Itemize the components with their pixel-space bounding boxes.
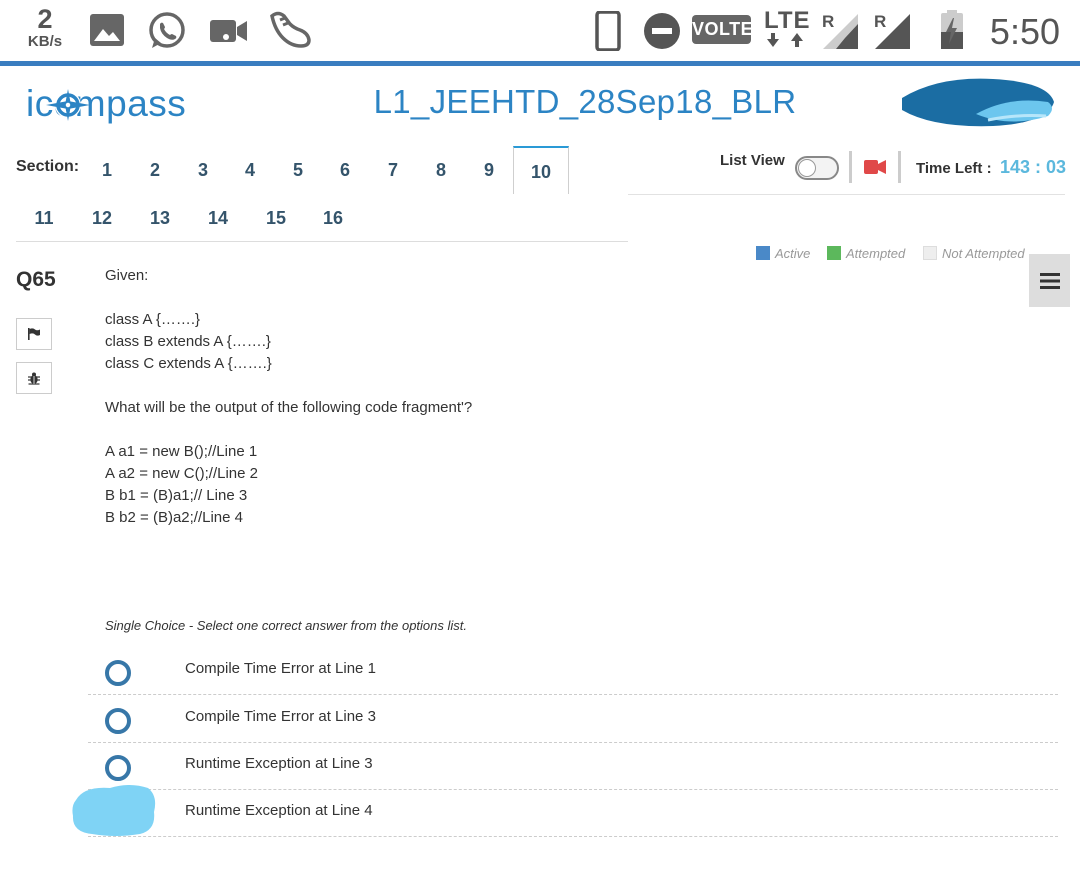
legend-swatch-attempted (827, 246, 841, 260)
question-line (105, 287, 805, 309)
network-speed: 2 KB/s (22, 4, 68, 50)
gallery-icon (90, 14, 124, 46)
test-title: L1_JEEHTD_28Sep18_BLR (373, 83, 797, 120)
question-line: B b2 = (B)a2;//Line 4 (105, 509, 244, 526)
legend-swatch-active (756, 246, 770, 260)
flag-question-button[interactable] (16, 318, 52, 350)
answer-option[interactable]: Compile Time Error at Line 3 (88, 696, 1058, 743)
time-left-label: Time Left : (916, 160, 992, 177)
section-tab-15[interactable]: 15 (248, 194, 304, 242)
section-tab-10[interactable]: 10 (513, 146, 569, 194)
answer-option-label: Runtime Exception at Line 3 (185, 755, 373, 772)
question-line: class C extends A {…….} (105, 355, 272, 372)
whatsapp-icon (149, 12, 185, 48)
legend-active: Active (756, 246, 810, 261)
svg-text:icompass: icompass (26, 83, 186, 124)
radio-button[interactable] (105, 660, 131, 686)
lte-icon: LTE (764, 9, 810, 49)
list-view-toggle[interactable] (795, 156, 839, 180)
answer-option[interactable]: Compile Time Error at Line 1 (88, 648, 1058, 695)
toggle-knob (798, 159, 816, 177)
legend-attempted: Attempted (827, 246, 905, 261)
icompass-logo: icompass (26, 83, 186, 124)
header-divider (0, 61, 1080, 66)
brand-logo (902, 78, 1054, 127)
question-line (105, 419, 805, 441)
section-tab-13[interactable]: 13 (132, 194, 188, 242)
section-tab-11[interactable]: 11 (16, 194, 72, 242)
question-palette-menu-button[interactable] (1029, 254, 1070, 307)
question-line: B b1 = (B)a1;// Line 3 (105, 487, 248, 504)
answer-option[interactable]: Runtime Exception at Line 3 (88, 743, 1058, 790)
toolbar-divider (628, 194, 1065, 195)
volte-badge: VOLTE (692, 15, 753, 44)
signal-icon (823, 14, 858, 49)
section-tab-16[interactable]: 16 (305, 194, 361, 242)
section-tab-12[interactable]: 12 (74, 194, 130, 242)
question-text: Given: class A {…….} class B extends A {……… (105, 265, 805, 529)
toolbar-separator (898, 151, 901, 183)
signal-icon (875, 14, 910, 49)
question-line: Given: (105, 267, 149, 284)
radio-button[interactable] (105, 755, 131, 781)
question-line (105, 375, 805, 397)
do-not-disturb-icon (644, 13, 680, 49)
phone-icon (595, 11, 621, 51)
question-line: A a2 = new C();//Line 2 (105, 465, 259, 482)
video-call-icon (210, 20, 247, 42)
report-bug-button[interactable] (16, 362, 52, 394)
section-tab-14[interactable]: 14 (190, 194, 246, 242)
section-label: Section: (16, 158, 80, 175)
bug-icon (28, 372, 40, 385)
list-view-label: List View (720, 152, 785, 169)
video-camera-icon[interactable] (864, 159, 886, 175)
question-line: class A {…….} (105, 311, 201, 328)
section-tab-9[interactable]: 9 (461, 146, 517, 194)
speed-unit: KB/s (27, 33, 63, 50)
section-divider (16, 241, 628, 242)
question-line: A a1 = new B();//Line 1 (105, 443, 258, 460)
clock: 5:50 (989, 11, 1060, 52)
legend-not-attempted: Not Attempted (923, 246, 1025, 261)
sneaker-icon (270, 11, 311, 48)
speed-value: 2 (37, 4, 53, 34)
question-type-hint: Single Choice - Select one correct answe… (105, 618, 468, 633)
answer-option-label: Compile Time Error at Line 1 (185, 660, 376, 677)
battery-charging-icon (941, 10, 963, 49)
question-number: Q65 (16, 268, 56, 291)
radio-button[interactable] (105, 708, 131, 734)
flag-icon (28, 328, 40, 340)
answer-option-label: Runtime Exception at Line 4 (185, 802, 373, 819)
status-bar: 2 KB/s VOLTE LTE R R 5:50 (0, 0, 1080, 62)
question-line: class B extends A {…….} (105, 333, 271, 350)
question-line: What will be the output of the following… (105, 399, 473, 416)
answer-option-label: Compile Time Error at Line 3 (185, 708, 376, 725)
legend-swatch-not-attempted (923, 246, 937, 260)
scribble-overlay (72, 785, 156, 836)
time-left-value: 143 : 03 (1000, 157, 1067, 177)
hamburger-menu-icon (1039, 272, 1060, 289)
answer-option[interactable]: Runtime Exception at Line 4 (88, 790, 1058, 837)
toolbar-separator (849, 151, 852, 183)
